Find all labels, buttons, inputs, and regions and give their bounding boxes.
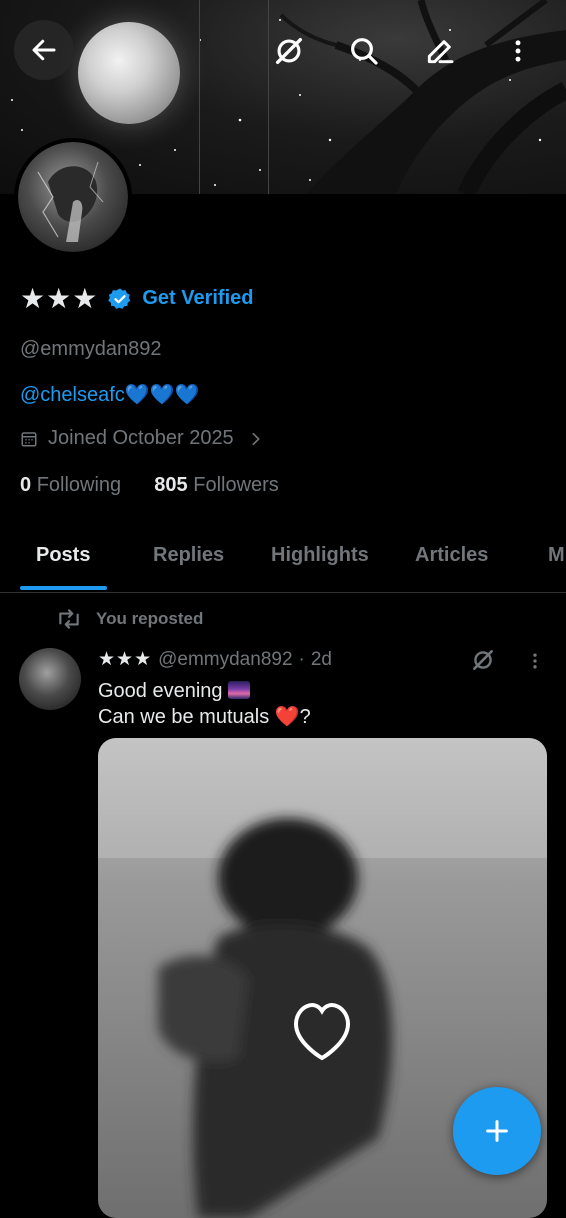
- profile-avatar[interactable]: [14, 138, 132, 256]
- post-separator: ·: [298, 648, 305, 670]
- post-line-1-text: Good evening: [98, 680, 223, 702]
- follow-stats: 0 Following 805 Followers: [20, 474, 279, 497]
- compose-post-button[interactable]: [453, 1087, 541, 1175]
- red-heart-emoji: ❤️: [274, 706, 300, 728]
- edit-button[interactable]: [410, 22, 470, 80]
- profile-tabs: Posts Replies Highlights Articles M: [0, 530, 566, 593]
- display-name: ★★★: [20, 283, 99, 314]
- repost-context: You reposted: [56, 608, 203, 630]
- bio-mention-link[interactable]: @chelseafc: [20, 384, 125, 406]
- plus-icon: [486, 1120, 508, 1142]
- tab-media[interactable]: M: [548, 544, 565, 567]
- tab-articles[interactable]: Articles: [415, 544, 488, 567]
- post-line-2-text: Can we be mutuals: [98, 706, 275, 728]
- following-count: 0: [20, 474, 32, 496]
- chevron-right-icon: [252, 432, 260, 445]
- joined-date: Joined October 2025: [48, 427, 234, 449]
- following-label: Following: [36, 474, 122, 496]
- post-more-button[interactable]: [522, 645, 548, 677]
- profile-name-row: ★★★ Get Verified: [20, 282, 253, 315]
- post-line-2-suffix: ?: [299, 706, 311, 728]
- profile-bio: @chelseafc💙💙💙: [20, 382, 200, 407]
- search-icon: [351, 38, 378, 65]
- post-author-name[interactable]: ★★★: [98, 648, 152, 671]
- avatar-figure: [37, 161, 104, 242]
- tab-replies[interactable]: Replies: [153, 544, 224, 567]
- post-time[interactable]: 2d: [311, 649, 332, 671]
- more-vertical-icon: [533, 653, 537, 669]
- repost-icon: [59, 609, 79, 629]
- followers-count: 805: [154, 474, 188, 496]
- more-button[interactable]: [488, 22, 548, 80]
- post-line-1: Good evening: [98, 678, 311, 704]
- arrow-left-icon: [32, 39, 56, 61]
- banner-moon: [78, 22, 180, 124]
- grok-icon: [473, 650, 493, 670]
- active-tab-indicator: [20, 586, 107, 590]
- grok-icon: [275, 37, 303, 65]
- post-grok-button[interactable]: [466, 643, 500, 677]
- back-button[interactable]: [14, 20, 74, 80]
- edit-icon: [427, 40, 454, 64]
- repost-label: You reposted: [96, 609, 204, 628]
- tab-highlights[interactable]: Highlights: [271, 544, 369, 567]
- grok-button[interactable]: [259, 22, 319, 80]
- joined-row[interactable]: Joined October 2025: [20, 427, 264, 450]
- post-text: Good evening Can we be mutuals ❤️?: [98, 678, 311, 730]
- more-vertical-icon: [515, 40, 521, 62]
- search-button[interactable]: [334, 22, 394, 80]
- calendar-icon: [21, 431, 37, 446]
- followers-label: Followers: [193, 474, 279, 496]
- followers-link[interactable]: 805 Followers: [154, 474, 279, 496]
- post-line-2: Can we be mutuals ❤️?: [98, 704, 311, 730]
- profile-handle: @emmydan892: [20, 338, 162, 360]
- following-link[interactable]: 0 Following: [20, 474, 121, 496]
- tab-posts[interactable]: Posts: [36, 544, 90, 567]
- avatar-image: [18, 142, 128, 252]
- post-author-handle[interactable]: @emmydan892: [158, 649, 292, 671]
- get-verified-link[interactable]: Get Verified: [142, 287, 253, 310]
- post-avatar[interactable]: [19, 648, 81, 710]
- post-header: ★★★ @emmydan892 · 2d: [98, 648, 332, 671]
- city-sunset-emoji: [228, 681, 251, 699]
- verified-badge-icon: [108, 288, 131, 309]
- bio-hearts: 💙💙💙: [124, 384, 200, 406]
